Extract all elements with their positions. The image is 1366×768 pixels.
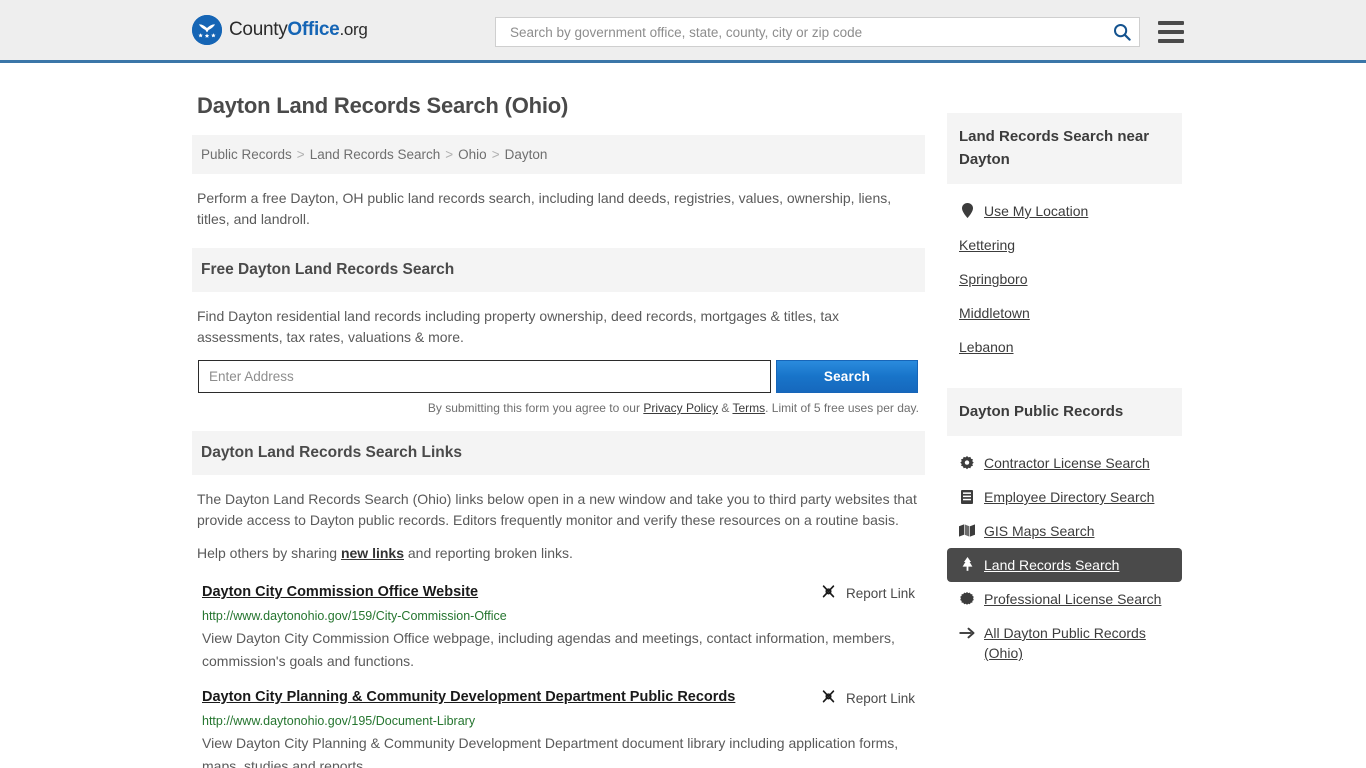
- book-icon: [959, 487, 975, 504]
- links-section-paragraph: The Dayton Land Records Search (Ohio) li…: [197, 491, 917, 528]
- broken-link-icon: [820, 583, 837, 603]
- report-link-button[interactable]: Report Link: [820, 687, 915, 708]
- broken-link-icon: [820, 688, 837, 708]
- breadcrumb-separator: >: [445, 147, 454, 162]
- breadcrumb: Public Records > Land Records Search > Ohio >…: [192, 135, 925, 174]
- logo-wordmark: CountyOffice.org: [229, 19, 368, 41]
- page-intro-text: Perform a free Dayton, OH public land re…: [197, 190, 892, 227]
- privacy-policy-link[interactable]: Privacy Policy: [643, 401, 718, 415]
- link-url: http://www.daytonohio.gov/195/Document-L…: [202, 714, 476, 728]
- site-logo[interactable]: CountyOffice.org: [192, 15, 368, 45]
- logo-text-org: .org: [339, 20, 368, 39]
- badge-icon: [959, 589, 975, 606]
- sidebar-item-label: Springboro: [959, 271, 1028, 287]
- logo-text-county: County: [229, 19, 288, 40]
- sidebar: Land Records Search near Dayton Use My L…: [947, 83, 1182, 768]
- logo-text-office: Office: [287, 19, 340, 40]
- sidebar-item-contractor-license-search[interactable]: Contractor License Search: [947, 446, 1182, 480]
- breadcrumb-separator: >: [491, 147, 500, 162]
- form-disclaimer: By submitting this form you agree to our…: [197, 401, 919, 431]
- sidebar-near-list: Use My Location Kettering Springboro Mid…: [947, 184, 1182, 370]
- sidebar-records-list: Contractor License Search Employee Direc…: [947, 436, 1182, 676]
- free-search-heading: Free Dayton Land Records Search: [192, 248, 925, 292]
- sidebar-records-heading: Dayton Public Records: [947, 388, 1182, 436]
- link-description: View Dayton City Planning & Community De…: [202, 735, 899, 768]
- sidebar-item-label: All Dayton Public Records (Ohio): [984, 625, 1146, 661]
- links-help-paragraph: Help others by sharing new links and rep…: [197, 543, 920, 564]
- breadcrumb-item-land-records-search[interactable]: Land Records Search: [310, 147, 441, 162]
- sidebar-item-label: Use My Location: [984, 203, 1089, 219]
- sidebar-item-label: Professional License Search: [984, 591, 1162, 607]
- global-search-input[interactable]: [508, 23, 1113, 41]
- sidebar-item-gis-maps-search[interactable]: GIS Maps Search: [947, 514, 1182, 548]
- disclaimer-suffix: . Limit of 5 free uses per day.: [765, 401, 919, 415]
- sidebar-item-kettering[interactable]: Kettering: [947, 228, 1182, 262]
- link-url: http://www.daytonohio.gov/159/City-Commi…: [202, 609, 507, 623]
- sidebar-near-heading: Land Records Search near Dayton: [947, 113, 1182, 184]
- disclaimer-prefix: By submitting this form you agree to our: [427, 401, 644, 415]
- new-links-link[interactable]: new links: [341, 545, 404, 561]
- sidebar-item-label: Lebanon: [959, 339, 1014, 355]
- sidebar-item-land-records-search[interactable]: Land Records Search: [947, 548, 1182, 582]
- terms-link[interactable]: Terms: [732, 401, 765, 415]
- global-search-box[interactable]: [495, 17, 1140, 47]
- search-button[interactable]: Search: [776, 360, 918, 393]
- report-link-label: Report Link: [845, 690, 915, 706]
- link-entry: Dayton City Commission Office Website Re…: [197, 576, 920, 681]
- arrow-right-icon: [959, 623, 975, 640]
- page-title: Dayton Land Records Search (Ohio): [197, 93, 569, 118]
- gear-icon: [959, 453, 975, 470]
- sidebar-item-label: Contractor License Search: [984, 455, 1150, 471]
- breadcrumb-item-public-records[interactable]: Public Records: [201, 147, 292, 162]
- help-suffix: and reporting broken links.: [404, 545, 573, 561]
- address-search-form: Search: [197, 360, 920, 393]
- page-body: Dayton Land Records Search (Ohio) Public…: [0, 63, 1366, 768]
- link-title[interactable]: Dayton City Commission Office Website: [202, 582, 478, 602]
- map-pin-icon: [959, 201, 975, 218]
- free-search-description: Find Dayton residential land records inc…: [197, 308, 839, 345]
- sidebar-item-label: Employee Directory Search: [984, 489, 1155, 505]
- tree-icon: [959, 555, 975, 572]
- disclaimer-amp: &: [718, 401, 733, 415]
- county-office-eagle-icon: [192, 15, 222, 45]
- address-input[interactable]: [198, 360, 771, 393]
- sidebar-item-employee-directory-search[interactable]: Employee Directory Search: [947, 480, 1182, 514]
- breadcrumb-item-ohio[interactable]: Ohio: [458, 147, 487, 162]
- site-header: CountyOffice.org: [0, 0, 1366, 63]
- sidebar-item-use-my-location[interactable]: Use My Location: [947, 194, 1182, 228]
- map-icon: [959, 521, 975, 538]
- sidebar-item-professional-license-search[interactable]: Professional License Search: [947, 582, 1182, 616]
- free-search-body: Find Dayton residential land records inc…: [192, 292, 925, 431]
- hamburger-menu-icon[interactable]: [1158, 21, 1184, 43]
- sidebar-item-label: Kettering: [959, 237, 1016, 253]
- sidebar-item-all-dayton-public-records[interactable]: All Dayton Public Records (Ohio): [947, 616, 1182, 670]
- sidebar-item-label: Middletown: [959, 305, 1030, 321]
- header-search-zone: [495, 17, 1184, 47]
- sidebar-item-middletown[interactable]: Middletown: [947, 296, 1182, 330]
- report-link-label: Report Link: [845, 585, 915, 601]
- link-title[interactable]: Dayton City Planning & Community Develop…: [202, 687, 735, 707]
- report-link-button[interactable]: Report Link: [820, 582, 915, 603]
- breadcrumb-separator: >: [296, 147, 305, 162]
- sidebar-item-label: GIS Maps Search: [984, 523, 1095, 539]
- links-section-heading: Dayton Land Records Search Links: [192, 431, 925, 475]
- sidebar-item-label: Land Records Search: [984, 557, 1120, 573]
- link-entry: Dayton City Planning & Community Develop…: [197, 681, 920, 768]
- sidebar-item-lebanon[interactable]: Lebanon: [947, 330, 1182, 364]
- main-column: Dayton Land Records Search (Ohio) Public…: [192, 83, 925, 768]
- search-icon[interactable]: [1113, 23, 1131, 41]
- link-description: View Dayton City Commission Office webpa…: [202, 630, 895, 669]
- links-section-body: The Dayton Land Records Search (Ohio) li…: [192, 475, 925, 768]
- breadcrumb-item-dayton[interactable]: Dayton: [505, 147, 548, 162]
- help-prefix: Help others by sharing: [197, 545, 341, 561]
- sidebar-item-springboro[interactable]: Springboro: [947, 262, 1182, 296]
